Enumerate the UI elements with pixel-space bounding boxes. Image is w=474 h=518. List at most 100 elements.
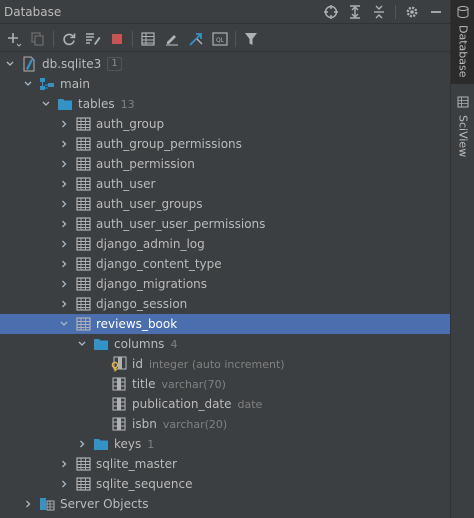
chevron-down-icon[interactable] bbox=[22, 74, 34, 94]
database-panel: Database QL db.sqlite3 1 main tables 13 … bbox=[0, 0, 450, 518]
tree-item-label: title bbox=[132, 377, 156, 391]
tree-node-table[interactable]: sqlite_master bbox=[0, 454, 450, 474]
toolbar: QL bbox=[0, 26, 450, 52]
chevron-right-icon[interactable] bbox=[58, 234, 70, 254]
tree-node-table[interactable]: auth_user_user_permissions bbox=[0, 214, 450, 234]
tree-node-table[interactable]: sqlite_sequence bbox=[0, 474, 450, 494]
chevron-down-icon[interactable] bbox=[76, 334, 88, 354]
edit-icon[interactable] bbox=[160, 28, 184, 50]
chevron-right-icon[interactable] bbox=[58, 174, 70, 194]
chevron-right-icon[interactable] bbox=[58, 194, 70, 214]
toolbar-separator bbox=[235, 30, 236, 47]
tree-node-table[interactable]: auth_permission bbox=[0, 154, 450, 174]
table-icon bbox=[74, 216, 92, 232]
tree-node-datasource[interactable]: db.sqlite3 1 bbox=[0, 54, 450, 74]
tree-node-tables-folder[interactable]: tables 13 bbox=[0, 94, 450, 114]
chevron-down-icon[interactable] bbox=[58, 314, 70, 334]
tree-node-keys-folder[interactable]: keys 1 bbox=[0, 434, 450, 454]
gear-icon[interactable] bbox=[402, 2, 422, 22]
tree-node-column[interactable]: isbn varchar(20) bbox=[0, 414, 450, 434]
server-objects-label: Server Objects bbox=[60, 497, 149, 511]
tree-item-label: publication_date bbox=[132, 397, 232, 411]
database-tool-tab[interactable]: Database bbox=[451, 0, 474, 84]
tree-node-table[interactable]: auth_user_groups bbox=[0, 194, 450, 214]
sciview-tab-label: SciView bbox=[456, 115, 470, 158]
tree-node-server-objects[interactable]: Server Objects bbox=[0, 494, 450, 514]
chevron-right-icon[interactable] bbox=[58, 294, 70, 314]
chevron-right-icon[interactable] bbox=[58, 254, 70, 274]
tree-node-column[interactable]: publication_date date bbox=[0, 394, 450, 414]
chevron-right-icon[interactable] bbox=[58, 154, 70, 174]
panel-header: Database bbox=[0, 0, 450, 24]
tree-item-label: django_admin_log bbox=[96, 237, 205, 251]
tree-node-table[interactable]: django_session bbox=[0, 294, 450, 314]
tree-node-column[interactable]: id integer (auto increment) bbox=[0, 354, 450, 374]
expand-all-icon[interactable] bbox=[345, 2, 365, 22]
chevron-right-icon[interactable] bbox=[58, 134, 70, 154]
table-icon bbox=[74, 456, 92, 472]
filter-icon[interactable] bbox=[239, 28, 263, 50]
chevron-right-icon[interactable] bbox=[58, 214, 70, 234]
tree-item-label: isbn bbox=[132, 417, 157, 431]
table-icon bbox=[74, 256, 92, 272]
table-icon bbox=[74, 116, 92, 132]
properties-icon[interactable] bbox=[81, 28, 105, 50]
tree-node-table[interactable]: django_migrations bbox=[0, 274, 450, 294]
toolbar-separator bbox=[53, 30, 54, 47]
tree-item-label: auth_group_permissions bbox=[96, 137, 242, 151]
keys-count: 1 bbox=[147, 437, 155, 451]
chevron-right-icon[interactable] bbox=[58, 474, 70, 494]
chevron-right-icon[interactable] bbox=[58, 274, 70, 294]
arrow-spacer bbox=[94, 354, 106, 374]
tree-node-schema[interactable]: main bbox=[0, 74, 450, 94]
tree-node-table[interactable]: auth_user bbox=[0, 174, 450, 194]
minimize-icon[interactable] bbox=[426, 2, 446, 22]
chevron-right-icon[interactable] bbox=[22, 494, 34, 514]
table-icon bbox=[74, 476, 92, 492]
tree-node-table[interactable]: django_content_type bbox=[0, 254, 450, 274]
tree-item-label: auth_user_user_permissions bbox=[96, 217, 266, 231]
table-icon bbox=[74, 196, 92, 212]
tree-node-table[interactable]: auth_group bbox=[0, 114, 450, 134]
column-list: id integer (auto increment) title varchar(7… bbox=[0, 354, 450, 434]
target-icon[interactable] bbox=[321, 2, 341, 22]
chevron-right-icon[interactable] bbox=[76, 434, 88, 454]
tree-node-table[interactable]: django_admin_log bbox=[0, 234, 450, 254]
column-type-hint: date bbox=[237, 397, 263, 411]
header-separator bbox=[395, 4, 396, 19]
tree-item-label: auth_group bbox=[96, 117, 165, 131]
console-icon[interactable]: QL bbox=[208, 28, 232, 50]
column-type-hint: varchar(70) bbox=[161, 377, 226, 391]
chevron-down-icon[interactable] bbox=[40, 94, 52, 114]
tree-node-table[interactable]: auth_group_permissions bbox=[0, 134, 450, 154]
chevron-right-icon[interactable] bbox=[58, 454, 70, 474]
table-icon bbox=[74, 236, 92, 252]
collapse-all-icon[interactable] bbox=[369, 2, 389, 22]
keys-folder-label: keys bbox=[114, 437, 142, 451]
columns-count: 4 bbox=[170, 337, 178, 351]
column-type-hint: varchar(20) bbox=[162, 417, 228, 431]
sqlite-datasource-icon bbox=[20, 56, 38, 72]
stop-icon[interactable] bbox=[105, 28, 129, 50]
column-icon bbox=[110, 416, 128, 432]
tree-node-column[interactable]: title varchar(70) bbox=[0, 374, 450, 394]
tree-item-label: id bbox=[132, 357, 143, 371]
refresh-icon[interactable] bbox=[57, 28, 81, 50]
jump-to-source-icon[interactable] bbox=[184, 28, 208, 50]
tables-folder-label: tables bbox=[78, 97, 115, 111]
add-icon[interactable] bbox=[2, 28, 26, 50]
copy-icon[interactable] bbox=[26, 28, 50, 50]
server-objects-icon bbox=[38, 496, 56, 512]
tree-item-label: django_content_type bbox=[96, 257, 222, 271]
tree-node-table[interactable]: reviews_book bbox=[0, 314, 450, 334]
tree-item-label: sqlite_master bbox=[96, 457, 177, 471]
sciview-tab-icon bbox=[457, 96, 469, 111]
table-editor-icon[interactable] bbox=[136, 28, 160, 50]
tree-node-columns-folder[interactable]: columns 4 bbox=[0, 334, 450, 354]
primary-key-column-icon bbox=[110, 356, 128, 372]
chevron-right-icon[interactable] bbox=[58, 114, 70, 134]
sciview-tool-tab[interactable]: SciView bbox=[451, 92, 474, 158]
table-icon bbox=[74, 176, 92, 192]
chevron-down-icon[interactable] bbox=[4, 54, 16, 74]
arrow-spacer bbox=[94, 414, 106, 434]
